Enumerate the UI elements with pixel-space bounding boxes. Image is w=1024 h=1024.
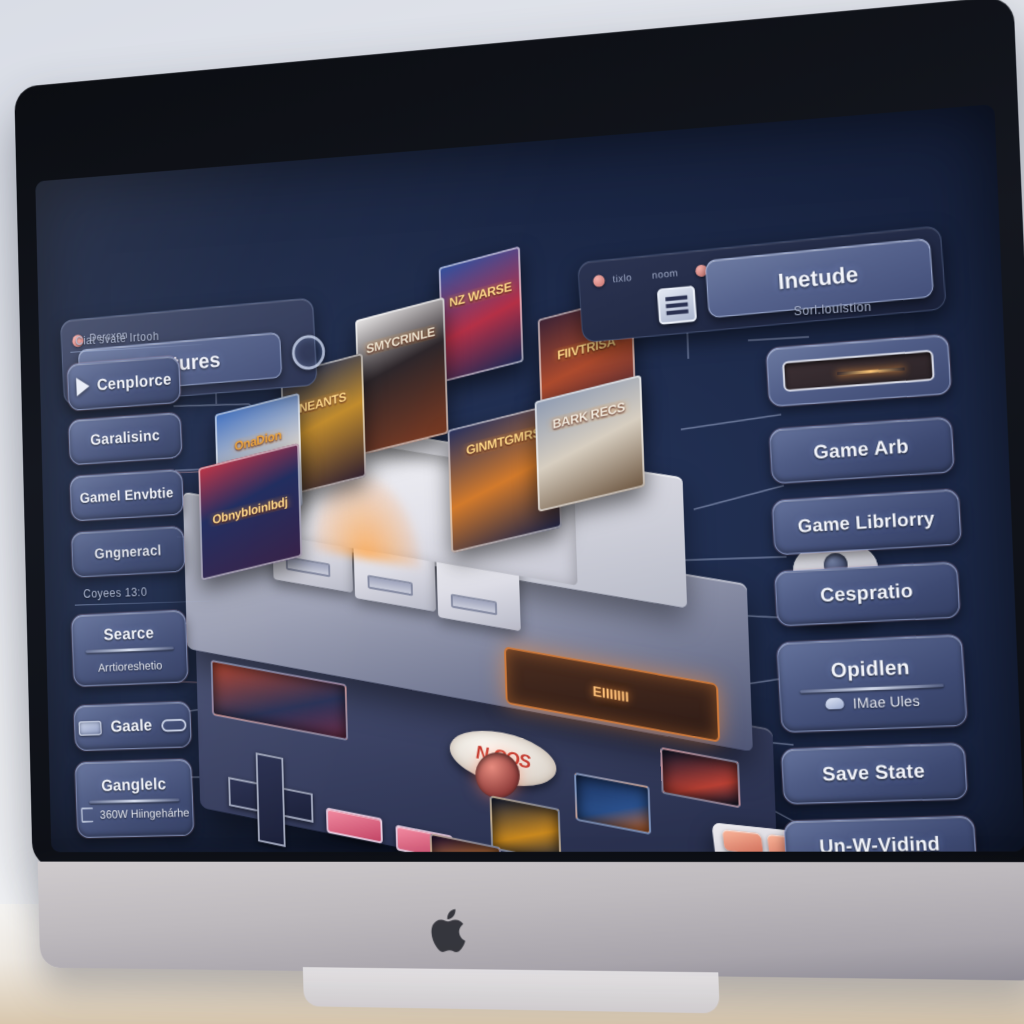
- box-art-title: Obnybloinlbdj: [212, 493, 288, 527]
- box-art-title: NZ WARSE: [448, 278, 512, 310]
- box-art-title: SMYCRINLE: [366, 324, 436, 357]
- screen-content: Meatie Caee pc-hes Qoumawr NZ WARSE: [35, 104, 1024, 853]
- text-caret: [837, 367, 906, 376]
- sidebar-item-ganglelc[interactable]: Ganglelc 360W Hiingehárhe: [74, 758, 195, 839]
- box-art: Obnybloinlbdj: [198, 442, 303, 581]
- chip-divider: [85, 646, 174, 653]
- sidebar-item-game-arb[interactable]: Game Arb: [768, 416, 955, 485]
- cartridge-icon: [78, 720, 103, 736]
- bracket-icon: [80, 807, 94, 823]
- dpad-control: [227, 747, 314, 852]
- left-section-label: Coyees 13:0: [83, 585, 148, 601]
- chip-divider: [800, 683, 944, 693]
- sidebar-item-sublabel: 360W Hiingehárhe: [99, 805, 190, 822]
- sidebar-item-gngneracl[interactable]: Gngneracl: [70, 526, 186, 578]
- toolbar-left-text: tixlo: [612, 272, 633, 286]
- sidebar-item-label: Opidlen: [829, 655, 911, 683]
- sidebar-item-label: Save State: [821, 760, 926, 786]
- sidebar-item-save-state[interactable]: Save State: [780, 742, 968, 805]
- box-art: NZ WARSE: [438, 245, 524, 383]
- cloud-icon: [824, 697, 844, 710]
- box-art: SMYCRINLE: [355, 296, 449, 456]
- toggle-switch[interactable]: [160, 718, 187, 732]
- sidebar-item-garalisinc[interactable]: Garalisinc: [68, 412, 183, 466]
- sidebar-item-gamel-envbtie[interactable]: Gamel Envbtie: [69, 469, 184, 522]
- sidebar-item-cenplorce[interactable]: Cenplorce: [66, 355, 181, 412]
- sidebar-item-searce[interactable]: Searce Arrtioreshetio: [71, 609, 189, 687]
- scene-root: Meatie Caee pc-hes Qoumawr NZ WARSE: [0, 0, 1024, 1024]
- sidebar-item-gaale[interactable]: Gaale: [73, 701, 192, 751]
- apple-logo: [430, 908, 466, 953]
- sidebar-item-label: Garalisinc: [89, 427, 161, 449]
- sidebar-item-label: Game Librlorry: [797, 507, 936, 537]
- play-icon: [75, 376, 90, 397]
- sidebar-item-label: Game Arb: [812, 436, 910, 465]
- chip-divider: [89, 798, 180, 804]
- sidebar-item-label: Searce: [103, 623, 155, 644]
- sidebar-item-label: Cenplorce: [96, 370, 172, 394]
- imac-display: Meatie Caee pc-hes Qoumawr NZ WARSE: [14, 0, 1024, 1014]
- sidebar-item-cespratio[interactable]: Cespratio: [774, 561, 961, 627]
- sidebar-item-label: Cespratio: [819, 580, 914, 607]
- display-stand: [302, 967, 720, 1014]
- sidebar-item-opidlen[interactable]: Opidlen IMae Ules: [776, 634, 968, 733]
- search-field-well[interactable]: [781, 349, 935, 392]
- sidebar-item-un-w-vidind[interactable]: Un-W-Vidind: [783, 815, 978, 853]
- power-light: [474, 752, 521, 799]
- box-art-title: BARK RECS: [552, 399, 626, 432]
- sidebar-item-sublabel: Arrtioreshetio: [97, 658, 163, 674]
- sidebar-item-label: Ganglelc: [100, 774, 167, 795]
- toolbar-mid-text: noom: [651, 268, 679, 282]
- sidebar-item-sublabel: IMae Ules: [852, 691, 921, 712]
- sidebar-item-game-librlorry[interactable]: Game Librlorry: [771, 488, 962, 556]
- sidebar-item-label: Gamel Envbtie: [79, 484, 174, 507]
- display-chin: [37, 861, 1024, 981]
- status-dot-icon[interactable]: [592, 274, 606, 288]
- sidebar-item-label: Gaale: [110, 716, 153, 736]
- sidebar-item-label: Un-W-Vidind: [818, 833, 941, 853]
- console-illustration: Meatie Caee pc-hes Qoumawr NZ WARSE: [171, 245, 883, 853]
- sidebar-item-label: Gngneracl: [94, 542, 162, 562]
- monitor-icon[interactable]: [656, 285, 698, 325]
